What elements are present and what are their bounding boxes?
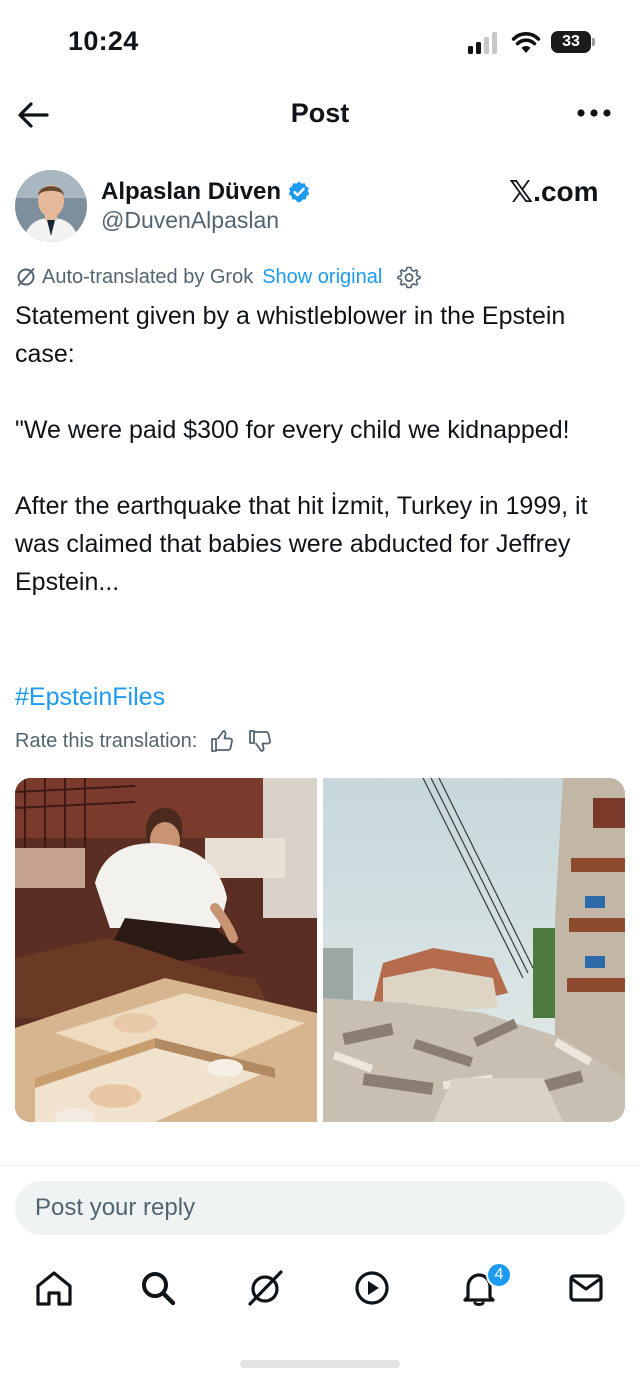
verified-badge-icon[interactable] bbox=[287, 180, 311, 204]
grok-icon bbox=[248, 1270, 283, 1306]
battery-level: 33 bbox=[562, 33, 580, 50]
nav-video[interactable] bbox=[352, 1268, 396, 1312]
avatar[interactable] bbox=[15, 170, 87, 242]
thumbs-down-icon[interactable] bbox=[247, 728, 273, 754]
x-logo-icon: 𝕏 bbox=[509, 175, 534, 209]
rate-translation-row: Rate this translation: bbox=[15, 725, 273, 757]
post-header: Post bbox=[0, 86, 640, 142]
messages-icon bbox=[569, 1274, 603, 1302]
home-indicator bbox=[240, 1360, 400, 1368]
nav-search[interactable] bbox=[138, 1268, 182, 1312]
photo-earthquake-rubble[interactable] bbox=[323, 778, 625, 1122]
nav-messages[interactable] bbox=[566, 1268, 610, 1312]
gear-icon[interactable] bbox=[397, 265, 422, 289]
show-original-link[interactable]: Show original bbox=[262, 266, 382, 289]
author-name[interactable]: Alpaslan Düven bbox=[101, 178, 281, 206]
notification-badge: 4 bbox=[486, 1262, 512, 1288]
home-icon bbox=[36, 1271, 72, 1306]
status-bar: 10:24 33 bbox=[0, 0, 640, 86]
watermark-text: .com bbox=[533, 176, 599, 207]
status-time: 10:24 bbox=[68, 26, 139, 56]
grok-icon bbox=[17, 268, 35, 286]
nav-home[interactable] bbox=[34, 1268, 78, 1312]
hashtag-link[interactable]: #EpsteinFiles bbox=[15, 678, 165, 716]
page-title: Post bbox=[290, 98, 350, 128]
xcom-watermark: 𝕏 .com bbox=[509, 175, 599, 209]
bottom-nav: 4 bbox=[0, 1258, 640, 1322]
nav-grok[interactable] bbox=[245, 1268, 289, 1312]
author-name-row[interactable]: Alpaslan Düven bbox=[101, 175, 311, 209]
wifi-icon bbox=[511, 32, 541, 53]
signal-icon bbox=[468, 32, 497, 54]
post-text: Statement given by a whistleblower in th… bbox=[15, 302, 588, 596]
rate-translation-label: Rate this translation: bbox=[15, 729, 198, 752]
avatar-image bbox=[15, 170, 87, 242]
battery-icon: 33 bbox=[551, 31, 595, 53]
video-icon bbox=[355, 1271, 389, 1305]
battery-nub bbox=[592, 38, 595, 46]
translation-label: Auto-translated by Grok bbox=[42, 265, 254, 288]
author-handle[interactable]: @DuvenAlpaslan bbox=[101, 207, 279, 234]
photo-earthquake-image bbox=[323, 778, 625, 1122]
more-icon[interactable] bbox=[576, 106, 612, 120]
translation-bar: Auto-translated by Grok Show original bbox=[15, 262, 422, 292]
photo-nursery-image bbox=[15, 778, 317, 1122]
photo-nursery[interactable] bbox=[15, 778, 317, 1122]
divider bbox=[0, 1165, 640, 1166]
search-icon bbox=[142, 1272, 176, 1306]
thumbs-up-icon[interactable] bbox=[209, 728, 235, 754]
reply-input[interactable] bbox=[15, 1181, 625, 1235]
